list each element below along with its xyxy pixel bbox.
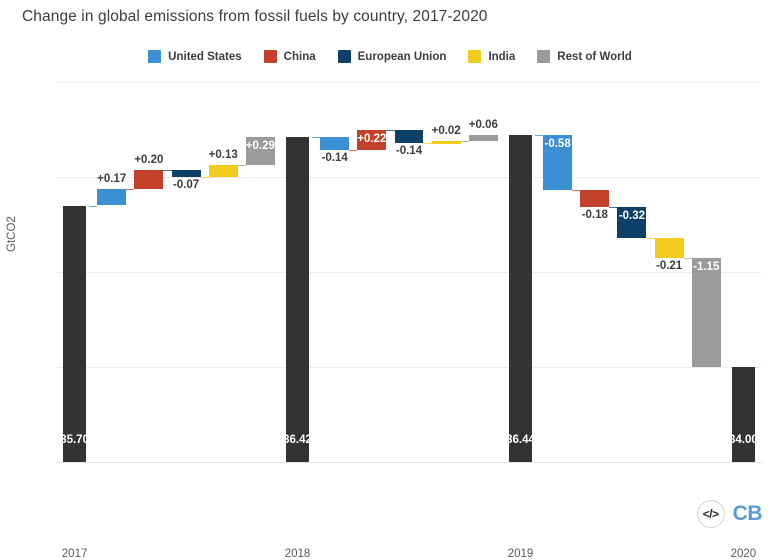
value-label-2017-2018-india: +0.13: [208, 148, 238, 161]
segment-2018-2019-india[interactable]: [431, 140, 461, 144]
total-label-2018: 36.42: [283, 434, 312, 446]
y-axis-label: GtCO2: [6, 216, 18, 252]
value-label-2017-2018-rest-of-world: +0.29: [245, 140, 275, 153]
segment-2017-2018-european-union[interactable]: [171, 170, 201, 177]
connector-2019-0: [534, 135, 544, 137]
connector-2019-1: [572, 190, 581, 192]
value-label-2018-2019-united-states: -0.14: [321, 152, 348, 165]
value-label-2018-2019-rest-of-world: +0.06: [468, 119, 498, 132]
x-axis-tick-2019: 2019: [507, 548, 534, 560]
legend-item-india[interactable]: India: [468, 50, 515, 63]
total-bar-2019[interactable]: [508, 135, 532, 462]
value-label-2018-2019-india: +0.02: [431, 124, 461, 137]
legend-item-united-states[interactable]: United States: [148, 50, 242, 63]
x-axis-tick-2020: 2020: [730, 548, 757, 560]
gridline-35: [56, 272, 762, 273]
total-label-2019: 36.44: [506, 434, 535, 446]
value-label-2019-2020-european-union: -0.32: [618, 210, 646, 223]
total-label-2017: 35.70: [60, 434, 89, 446]
value-label-2017-2018-china: +0.20: [134, 154, 164, 167]
connector-2017-1: [126, 189, 135, 191]
x-axis-tick-2018: 2018: [284, 548, 311, 560]
value-label-2018-2019-china: +0.22: [357, 132, 387, 145]
legend-label-rest-of-world: Rest of World: [557, 50, 632, 63]
legend-swatch-european-union: [337, 50, 351, 63]
legend-label-united-states: United States: [168, 50, 242, 63]
connector-2017-4: [237, 164, 246, 166]
connector-2018-4: [460, 140, 469, 142]
legend-swatch-india: [468, 50, 482, 63]
legend-item-china[interactable]: China: [263, 50, 316, 63]
connector-2019-2: [609, 207, 618, 209]
carbon-brief-logo: </> CB: [696, 500, 763, 528]
segment-2018-2019-united-states[interactable]: [320, 137, 350, 151]
total-bar-2018[interactable]: [286, 137, 310, 462]
connector-2018-0: [312, 137, 321, 139]
connector-2019-4: [683, 257, 692, 259]
code-icon: </>: [696, 500, 725, 528]
connector-2018-3: [423, 142, 432, 144]
legend-label-european-union: European Union: [357, 50, 447, 63]
segment-2019-2020-china[interactable]: [580, 190, 610, 208]
segment-2017-2018-china[interactable]: [134, 170, 164, 190]
gridline-34: [56, 367, 762, 368]
connector-2018-1: [349, 150, 358, 152]
connector-2018-2: [386, 129, 395, 131]
total-bar-2017[interactable]: [63, 205, 87, 462]
plot-area: 333435363735.702017+0.17+0.20-0.07+0.13+…: [56, 82, 762, 560]
value-label-2019-2020-united-states: -0.58: [544, 138, 571, 151]
legend-label-china: China: [283, 50, 316, 63]
x-axis-tick-2017: 2017: [61, 548, 88, 560]
segment-2018-2019-european-union[interactable]: [394, 129, 424, 143]
total-label-2020: 34.00: [729, 434, 758, 446]
segment-2019-2020-rest-of-world[interactable]: [691, 257, 721, 367]
segment-2019-2020-india[interactable]: [654, 237, 684, 258]
chart-title: Change in global emissions from fossil f…: [22, 8, 488, 25]
legend-item-rest-of-world[interactable]: Rest of World: [537, 50, 632, 63]
value-label-2017-2018-european-union: -0.07: [172, 179, 200, 191]
value-label-2019-2020-china: -0.18: [581, 209, 608, 222]
gridline-37: [56, 82, 762, 83]
total-bar-2020[interactable]: [731, 367, 755, 462]
legend-swatch-rest-of-world: [537, 50, 551, 63]
segment-2018-2019-rest-of-world[interactable]: [468, 135, 498, 141]
chart-legend: United States China European Union India Res…: [0, 50, 780, 63]
connector-2017-3: [200, 177, 209, 178]
value-label-2019-2020-india: -0.21: [655, 259, 683, 272]
segment-2017-2018-india[interactable]: [208, 164, 238, 177]
chart-container: Change in global emissions from fossil f…: [0, 0, 780, 560]
value-label-2017-2018-united-states: +0.17: [97, 173, 127, 186]
legend-item-european-union[interactable]: European Union: [337, 50, 447, 63]
logo-text: CB: [732, 502, 763, 525]
connector-2017-0: [89, 205, 98, 207]
connector-2019-3: [646, 237, 655, 239]
legend-swatch-china: [263, 50, 277, 63]
gridline-33: [56, 462, 762, 463]
legend-swatch-united-states: [148, 50, 162, 63]
value-label-2019-2020-rest-of-world: -1.15: [693, 260, 720, 273]
value-label-2018-2019-european-union: -0.14: [395, 144, 423, 157]
legend-label-india: India: [488, 50, 516, 63]
segment-2017-2018-united-states[interactable]: [97, 189, 127, 206]
connector-2017-2: [163, 170, 172, 172]
